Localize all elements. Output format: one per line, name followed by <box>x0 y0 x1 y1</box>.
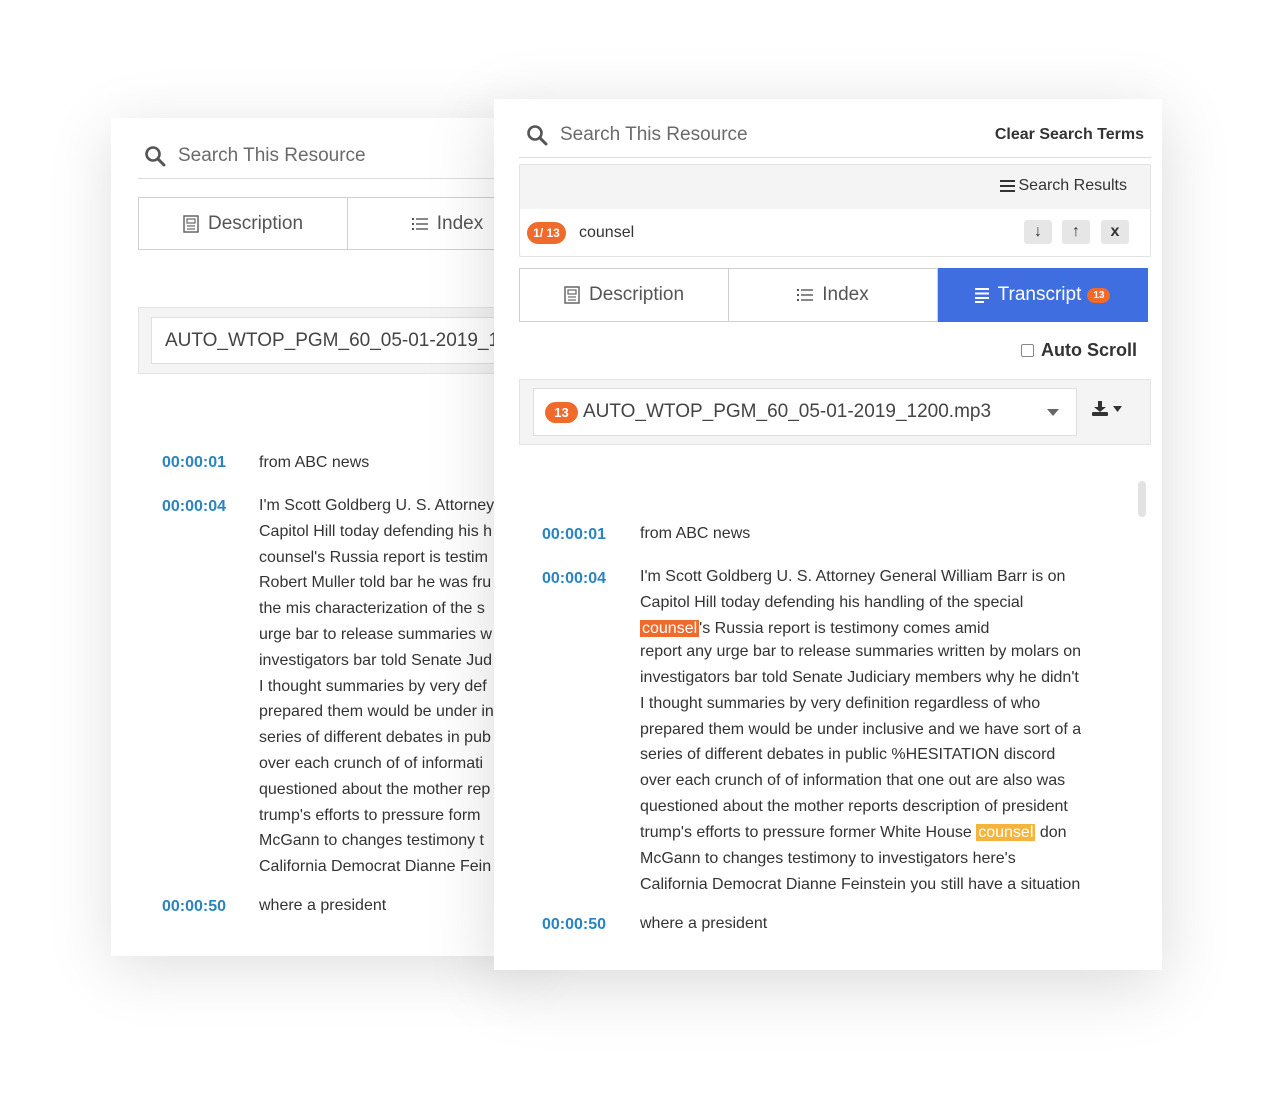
search-bar[interactable]: Search This Resource <box>526 124 748 146</box>
tab-bar: Description Index <box>138 197 531 250</box>
auto-scroll-checkbox[interactable] <box>1021 344 1034 357</box>
search-icon <box>527 125 548 146</box>
transcript-line: prepared them would be under inclusive a… <box>640 721 1082 738</box>
search-hit-context: don <box>1035 824 1067 841</box>
download-button[interactable] <box>1092 401 1122 416</box>
search-hit-context: trump's efforts to pressure former White… <box>640 824 977 841</box>
timestamp[interactable]: 00:00:01 <box>542 526 606 544</box>
download-icon <box>1092 401 1108 416</box>
clear-search-button[interactable]: Clear Search Terms <box>995 126 1144 144</box>
timestamp[interactable]: 00:00:50 <box>542 916 606 934</box>
timestamp[interactable]: 00:00:01 <box>162 454 226 472</box>
tab-description-label: Description <box>207 212 304 234</box>
transcript-icon <box>974 288 989 303</box>
resource-panel: Search This Resource Clear Search Terms … <box>494 99 1162 970</box>
caret-down-icon <box>1047 409 1059 416</box>
search-hit[interactable]: counsel <box>976 824 1036 841</box>
tab-index[interactable]: Index <box>729 268 938 322</box>
auto-scroll-label: Auto Scroll <box>1041 340 1138 360</box>
transcript-count-badge: 13 <box>1087 287 1111 303</box>
transcript-line: California Democrat Dianne Feinstein you… <box>640 876 1081 893</box>
transcript-line: urge bar to release summaries w <box>259 625 492 643</box>
transcript-line: over each crunch of of information that … <box>640 772 1066 789</box>
file-select-wrapper: 13 AUTO_WTOP_PGM_60_05-01-2019_1200.mp3 <box>519 379 1151 445</box>
tab-transcript-label: Transcript <box>997 284 1082 305</box>
search-divider <box>519 157 1151 158</box>
search-icon <box>145 146 166 167</box>
transcript-text: where a president <box>259 897 387 914</box>
transcript-line: McGann to changes testimony t <box>259 832 484 850</box>
search-bar[interactable]: Search This Resource <box>144 145 366 167</box>
tab-bar: Description Index Transcript 13 <box>519 268 1148 322</box>
transcript-line: Capitol Hill today defending his handlin… <box>640 594 1024 611</box>
tab-transcript[interactable]: Transcript 13 <box>938 268 1148 322</box>
transcript-text: from ABC news <box>640 525 751 542</box>
description-icon <box>564 286 580 304</box>
search-results-header: Search Results <box>520 165 1150 209</box>
tab-description[interactable]: Description <box>138 197 348 250</box>
previous-result-button[interactable]: ↑ <box>1062 220 1090 244</box>
transcript-line: I'm Scott Goldberg U. S. Attorney Genera… <box>640 568 1066 585</box>
search-placeholder: Search This Resource <box>560 124 748 145</box>
transcript-line: I thought summaries by very definition r… <box>640 695 1041 712</box>
transcript-line: series of different debates in public %H… <box>640 746 1056 763</box>
close-search-button[interactable]: x <box>1101 220 1129 244</box>
transcript-line: investigators bar told Senate Judiciary … <box>640 669 1079 686</box>
transcript-text: where a president <box>640 915 768 932</box>
tab-description-label: Description <box>588 284 685 305</box>
file-select-wrapper: AUTO_WTOP_PGM_60_05-01-2019_1200 <box>138 307 531 374</box>
background-resource-panel: Search This Resource Description Index A… <box>111 118 531 956</box>
hamburger-icon <box>999 180 1015 192</box>
transcript-line: Capitol Hill today defending his h <box>259 522 493 540</box>
auto-scroll-control[interactable]: Auto Scroll <box>1021 340 1137 361</box>
search-results-toggle[interactable]: Search Results <box>999 177 1128 195</box>
tab-index-label: Index <box>436 212 484 234</box>
timestamp[interactable]: 00:00:04 <box>542 570 606 588</box>
search-divider <box>138 178 531 179</box>
transcript-line: California Democrat Dianne Fein <box>259 858 492 876</box>
transcript-text: from ABC news <box>259 454 370 471</box>
search-placeholder: Search This Resource <box>178 145 366 166</box>
timestamp[interactable]: 00:00:04 <box>162 498 226 516</box>
timestamp[interactable]: 00:00:50 <box>162 898 226 916</box>
result-position-badge: 1/ 13 <box>527 222 566 244</box>
transcript-line: report any urge bar to release summaries… <box>640 643 1082 660</box>
transcript-line: over each crunch of of informati <box>259 754 484 772</box>
file-select-value: AUTO_WTOP_PGM_60_05-01-2019_1200.mp3 <box>583 401 992 422</box>
transcript-line: questioned about the mother rep <box>259 780 491 798</box>
search-term: counsel <box>579 224 635 241</box>
search-results-box: Search Results 1/ 13 counsel ↓ ↑ x <box>519 164 1151 257</box>
tab-index-label: Index <box>822 284 869 305</box>
transcript-line: the mis characterization of the s <box>259 600 485 618</box>
transcript-text-block: I'm Scott Goldberg U. S. Attorney Capito… <box>259 493 531 880</box>
tab-description[interactable]: Description <box>519 268 729 322</box>
transcript-line: I thought summaries by very def <box>259 677 487 695</box>
transcript-line: series of different debates in pub <box>259 729 491 747</box>
index-list-icon <box>797 289 814 301</box>
transcript-line: counsel's Russia report is testim <box>259 548 488 566</box>
transcript-line-highlighted: counsel's Russia report is testimony com… <box>640 618 1105 637</box>
caret-down-icon <box>1113 405 1122 412</box>
next-result-button[interactable]: ↓ <box>1024 220 1052 244</box>
transcript-line: I'm Scott Goldberg U. S. Attorney <box>259 497 495 514</box>
file-match-badge: 13 <box>545 401 578 423</box>
description-icon <box>183 214 199 233</box>
transcript-line: questioned about the mother reports desc… <box>640 798 1068 815</box>
file-select-value: AUTO_WTOP_PGM_60_05-01-2019_1200 <box>165 329 531 351</box>
transcript-line-highlighted: trump's efforts to pressure former White… <box>640 820 1105 846</box>
search-hit-context: 's Russia report is testimony comes amid <box>699 620 990 637</box>
index-list-icon <box>411 217 428 230</box>
search-hit-current[interactable]: counsel <box>640 620 700 637</box>
file-select[interactable]: AUTO_WTOP_PGM_60_05-01-2019_1200 <box>151 317 531 364</box>
transcript-scrollbar[interactable] <box>1138 481 1146 517</box>
search-results-label: Search Results <box>1018 177 1128 194</box>
transcript-line: investigators bar told Senate Jud <box>259 651 493 669</box>
file-select[interactable]: 13 AUTO_WTOP_PGM_60_05-01-2019_1200.mp3 <box>533 388 1077 436</box>
transcript-line: McGann to changes testimony to investiga… <box>640 850 1016 867</box>
transcript-line: trump's efforts to pressure form <box>259 806 481 824</box>
transcript-line: prepared them would be under in <box>259 703 494 721</box>
transcript-line: Robert Muller told bar he was fru <box>259 574 492 592</box>
